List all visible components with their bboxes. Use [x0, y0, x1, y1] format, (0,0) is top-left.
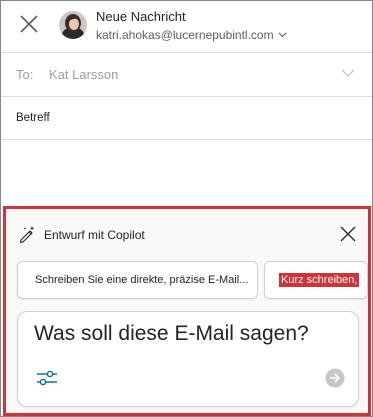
copilot-title: Entwurf mit Copilot — [44, 228, 145, 242]
close-icon[interactable] — [339, 225, 357, 243]
to-recipient[interactable]: Kat Larsson — [49, 67, 118, 82]
send-arrow-icon[interactable] — [325, 368, 345, 388]
chevron-down-icon — [278, 32, 286, 38]
subject-label: Betreff — [16, 112, 50, 124]
compose-header: Neue Nachricht katri.ahokas@lucernepubin… — [1, 1, 372, 51]
avatar[interactable] — [59, 11, 87, 39]
suggestion-chip[interactable]: Schreiben Sie eine direkte, präzise E-Ma… — [17, 261, 258, 299]
close-icon[interactable] — [18, 13, 40, 35]
subject-row: Betreff — [1, 101, 372, 137]
new-message-window: Neue Nachricht katri.ahokas@lucernepubin… — [0, 0, 373, 417]
copilot-prompt-box[interactable] — [17, 311, 359, 407]
chevron-down-icon[interactable] — [341, 68, 355, 78]
sliders-icon[interactable] — [36, 368, 58, 388]
subject-divider — [1, 139, 372, 140]
copilot-prompt-input[interactable] — [34, 322, 354, 346]
suggestion-label: Schreiben Sie eine direkte, präzise E-Ma… — [35, 274, 249, 286]
subject-input[interactable] — [65, 107, 355, 131]
to-divider — [1, 96, 372, 97]
to-label: To: — [16, 67, 34, 82]
page-title: Neue Nachricht — [96, 9, 186, 24]
from-account-selector[interactable]: katri.ahokas@lucernepubintl.com — [96, 28, 287, 42]
suggestion-label: Kurz schreiben, — [279, 273, 360, 287]
copilot-pen-icon — [19, 226, 35, 244]
from-address: katri.ahokas@lucernepubintl.com — [96, 28, 274, 42]
suggestion-chip[interactable]: Kurz schreiben, — [264, 261, 368, 299]
copilot-draft-panel: Entwurf mit Copilot Schreiben Sie eine d… — [3, 206, 371, 416]
to-row[interactable]: To: Kat Larsson — [1, 53, 372, 95]
